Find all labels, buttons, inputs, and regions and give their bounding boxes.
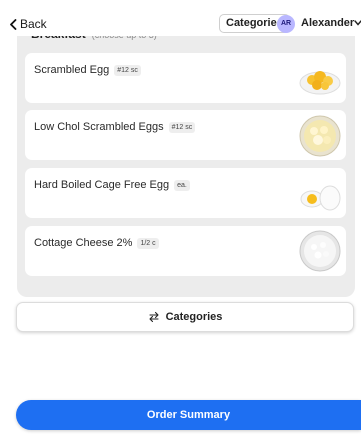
food-item-text: Low Chol Scrambled Eggs #12 sc bbox=[34, 121, 196, 133]
food-item-low-chol-eggs[interactable]: Low Chol Scrambled Eggs #12 sc bbox=[25, 110, 346, 160]
portion-badge: #12 sc bbox=[114, 64, 141, 76]
portion-badge: 1/2 c bbox=[137, 237, 159, 249]
chevron-left-icon bbox=[10, 18, 17, 30]
food-item-text: Cottage Cheese 2% 1/2 c bbox=[34, 237, 159, 249]
food-name: Low Chol Scrambled Eggs bbox=[34, 121, 164, 133]
user-name[interactable]: Alexander bbox=[301, 17, 354, 29]
portion-badge: ea. bbox=[174, 179, 190, 191]
chevron-down-icon[interactable] bbox=[354, 20, 361, 26]
swap-arrows-icon bbox=[149, 311, 159, 323]
food-item-boiled-egg[interactable]: Hard Boiled Cage Free Egg ea. bbox=[25, 168, 346, 218]
back-label: Back bbox=[20, 17, 47, 31]
food-item-text: Hard Boiled Cage Free Egg ea. bbox=[34, 179, 190, 191]
back-button[interactable]: Back bbox=[9, 16, 47, 32]
food-item-scrambled-egg[interactable]: Scrambled Egg #12 sc bbox=[25, 53, 346, 103]
categories-button[interactable]: Categories bbox=[16, 302, 354, 332]
avatar[interactable]: AR bbox=[277, 15, 295, 33]
food-item-cottage-cheese[interactable]: Cottage Cheese 2% 1/2 c bbox=[25, 226, 346, 276]
categories-label: Categories bbox=[165, 311, 223, 323]
food-name: Scrambled Egg bbox=[34, 64, 110, 76]
food-name: Cottage Cheese 2% bbox=[34, 237, 133, 249]
cottage-cheese-image bbox=[299, 230, 341, 272]
top-bar: Back Categories AR Alexander bbox=[0, 12, 361, 36]
low-chol-eggs-image bbox=[299, 115, 341, 157]
boiled-egg-image bbox=[300, 185, 341, 211]
order-summary-button[interactable]: Order Summary bbox=[16, 400, 361, 430]
menu-page: Breakfast(choose up to 3) Back Categorie… bbox=[0, 0, 361, 448]
food-name: Hard Boiled Cage Free Egg bbox=[34, 179, 170, 191]
food-item-text: Scrambled Egg #12 sc bbox=[34, 64, 141, 76]
scrambled-egg-image bbox=[299, 71, 341, 95]
portion-badge: #12 sc bbox=[168, 121, 196, 133]
